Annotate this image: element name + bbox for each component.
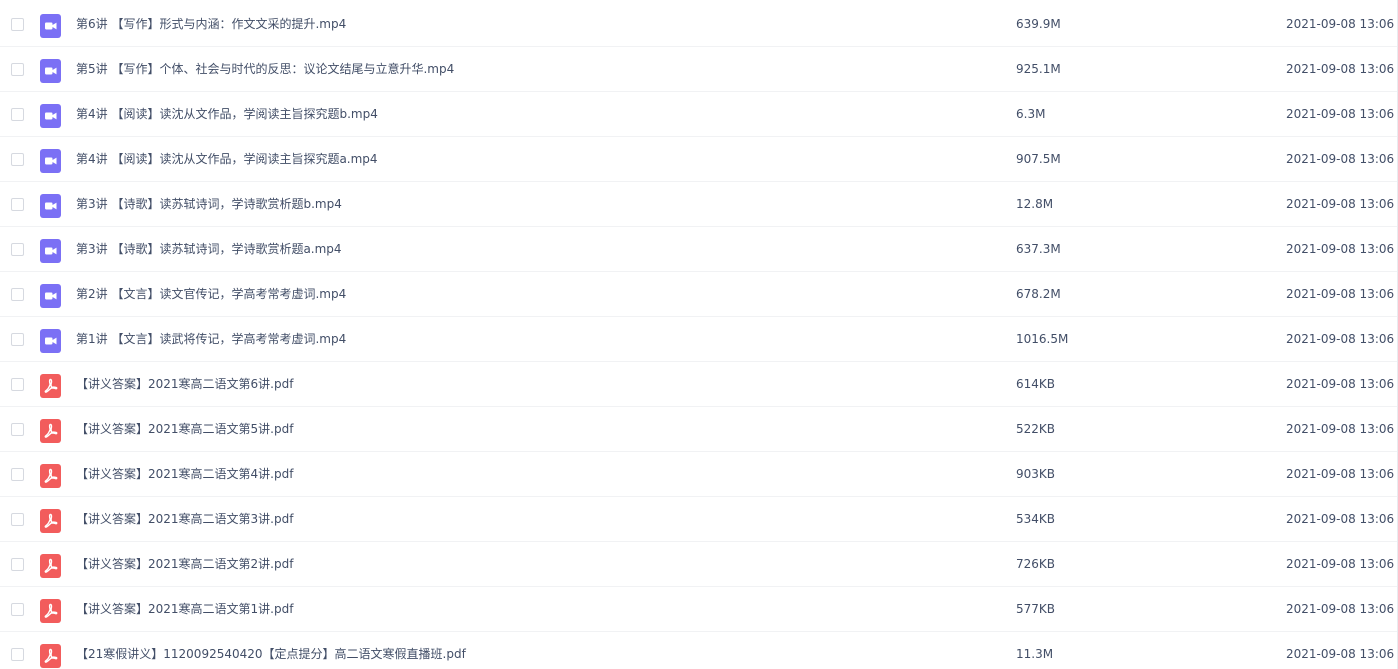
video-icon	[40, 194, 61, 218]
file-list: 第6讲 【写作】形式与内涵：作文文采的提升.mp4 639.9M 2021-09-0…	[0, 0, 1398, 669]
file-date: 2021-09-08 13:06	[1286, 647, 1395, 661]
file-size: 907.5M	[1016, 152, 1061, 166]
file-size: 11.3M	[1016, 647, 1054, 661]
file-name[interactable]: 【讲义答案】2021寒高二语文第4讲.pdf	[76, 452, 293, 497]
file-size: 522KB	[1016, 422, 1056, 436]
file-name[interactable]: 第1讲 【文言】读武将传记，学高考常考虚词.mp4	[76, 317, 346, 362]
select-checkbox[interactable]	[11, 558, 24, 571]
file-name[interactable]: 【讲义答案】2021寒高二语文第6讲.pdf	[76, 362, 293, 407]
file-size: 925.1M	[1016, 62, 1061, 76]
file-size: 6.3M	[1016, 107, 1046, 121]
select-checkbox[interactable]	[11, 468, 24, 481]
file-date: 2021-09-08 13:06	[1286, 467, 1395, 481]
file-date: 2021-09-08 13:06	[1286, 107, 1395, 121]
file-row[interactable]: 【讲义答案】2021寒高二语文第5讲.pdf 522KB 2021-09-08 13…	[0, 407, 1398, 452]
file-date: 2021-09-08 13:06	[1286, 377, 1395, 391]
pdf-icon	[40, 554, 61, 578]
select-checkbox[interactable]	[11, 198, 24, 211]
file-size: 577KB	[1016, 602, 1056, 616]
pdf-icon	[40, 464, 61, 488]
file-name[interactable]: 【21寒假讲义】1120092540420【定点提分】高二语文寒假直播班.pdf	[76, 632, 466, 669]
video-icon	[40, 329, 61, 353]
file-name[interactable]: 第4讲 【阅读】读沈从文作品，学阅读主旨探究题b.mp4	[76, 92, 378, 137]
file-name[interactable]: 第6讲 【写作】形式与内涵：作文文采的提升.mp4	[76, 2, 346, 47]
file-row[interactable]: 【21寒假讲义】1120092540420【定点提分】高二语文寒假直播班.pdf…	[0, 632, 1398, 669]
select-checkbox[interactable]	[11, 243, 24, 256]
file-size: 726KB	[1016, 557, 1056, 571]
file-size: 678.2M	[1016, 287, 1061, 301]
file-size: 534KB	[1016, 512, 1056, 526]
file-date: 2021-09-08 13:06	[1286, 557, 1395, 571]
pdf-icon	[40, 419, 61, 443]
file-name[interactable]: 第3讲 【诗歌】读苏轼诗词，学诗歌赏析题a.mp4	[76, 227, 342, 272]
file-row[interactable]: 【讲义答案】2021寒高二语文第6讲.pdf 614KB 2021-09-08 13…	[0, 362, 1398, 407]
file-name[interactable]: 【讲义答案】2021寒高二语文第1讲.pdf	[76, 587, 293, 632]
file-date: 2021-09-08 13:06	[1286, 242, 1395, 256]
file-row[interactable]: 第6讲 【写作】形式与内涵：作文文采的提升.mp4 639.9M 2021-09-0…	[0, 2, 1398, 47]
file-date: 2021-09-08 13:06	[1286, 332, 1395, 346]
file-date: 2021-09-08 13:06	[1286, 512, 1395, 526]
pdf-icon	[40, 509, 61, 533]
file-row[interactable]: 第1讲 【文言】读武将传记，学高考常考虚词.mp4 1016.5M 2021-09-…	[0, 317, 1398, 362]
file-row[interactable]: 【讲义答案】2021寒高二语文第4讲.pdf 903KB 2021-09-08 13…	[0, 452, 1398, 497]
select-checkbox[interactable]	[11, 513, 24, 526]
select-checkbox[interactable]	[11, 18, 24, 31]
video-icon	[40, 104, 61, 128]
file-row[interactable]: 第5讲 【写作】个体、社会与时代的反思：议论文结尾与立意升华.mp4 925.1M…	[0, 47, 1398, 92]
file-size: 639.9M	[1016, 17, 1061, 31]
file-row[interactable]: 第3讲 【诗歌】读苏轼诗词，学诗歌赏析题b.mp4 12.8M 2021-09-08…	[0, 182, 1398, 227]
select-checkbox[interactable]	[11, 288, 24, 301]
file-size: 903KB	[1016, 467, 1056, 481]
video-icon	[40, 149, 61, 173]
file-row[interactable]: 第4讲 【阅读】读沈从文作品，学阅读主旨探究题a.mp4 907.5M 2021-0…	[0, 137, 1398, 182]
file-row[interactable]: 【讲义答案】2021寒高二语文第3讲.pdf 534KB 2021-09-08 13…	[0, 497, 1398, 542]
select-checkbox[interactable]	[11, 333, 24, 346]
file-row[interactable]: 第4讲 【阅读】读沈从文作品，学阅读主旨探究题b.mp4 6.3M 2021-09-…	[0, 92, 1398, 137]
file-date: 2021-09-08 13:06	[1286, 287, 1395, 301]
file-row[interactable]: 【讲义答案】2021寒高二语文第1讲.pdf 577KB 2021-09-08 13…	[0, 587, 1398, 632]
select-checkbox[interactable]	[11, 603, 24, 616]
file-size: 614KB	[1016, 377, 1056, 391]
file-name[interactable]: 【讲义答案】2021寒高二语文第2讲.pdf	[76, 542, 293, 587]
select-checkbox[interactable]	[11, 648, 24, 661]
select-checkbox[interactable]	[11, 153, 24, 166]
video-icon	[40, 59, 61, 83]
file-name[interactable]: 第2讲 【文言】读文官传记，学高考常考虚词.mp4	[76, 272, 346, 317]
pdf-icon	[40, 374, 61, 398]
file-date: 2021-09-08 13:06	[1286, 62, 1395, 76]
file-row[interactable]: 第2讲 【文言】读文官传记，学高考常考虚词.mp4 678.2M 2021-09-0…	[0, 272, 1398, 317]
select-checkbox[interactable]	[11, 63, 24, 76]
file-name[interactable]: 第3讲 【诗歌】读苏轼诗词，学诗歌赏析题b.mp4	[76, 182, 342, 227]
file-date: 2021-09-08 13:06	[1286, 197, 1395, 211]
video-icon	[40, 284, 61, 308]
file-size: 637.3M	[1016, 242, 1061, 256]
pdf-icon	[40, 599, 61, 623]
file-name[interactable]: 第4讲 【阅读】读沈从文作品，学阅读主旨探究题a.mp4	[76, 137, 378, 182]
file-name[interactable]: 【讲义答案】2021寒高二语文第3讲.pdf	[76, 497, 293, 542]
file-row[interactable]: 第3讲 【诗歌】读苏轼诗词，学诗歌赏析题a.mp4 637.3M 2021-09-0…	[0, 227, 1398, 272]
file-date: 2021-09-08 13:06	[1286, 602, 1395, 616]
select-checkbox[interactable]	[11, 423, 24, 436]
file-date: 2021-09-08 13:06	[1286, 17, 1395, 31]
file-name[interactable]: 【讲义答案】2021寒高二语文第5讲.pdf	[76, 407, 293, 452]
file-name[interactable]: 第5讲 【写作】个体、社会与时代的反思：议论文结尾与立意升华.mp4	[76, 47, 454, 92]
file-size: 1016.5M	[1016, 332, 1069, 346]
file-date: 2021-09-08 13:06	[1286, 422, 1395, 436]
file-row[interactable]: 【讲义答案】2021寒高二语文第2讲.pdf 726KB 2021-09-08 13…	[0, 542, 1398, 587]
video-icon	[40, 14, 61, 38]
file-size: 12.8M	[1016, 197, 1054, 211]
select-checkbox[interactable]	[11, 378, 24, 391]
file-date: 2021-09-08 13:06	[1286, 152, 1395, 166]
select-checkbox[interactable]	[11, 108, 24, 121]
pdf-icon	[40, 644, 61, 668]
video-icon	[40, 239, 61, 263]
